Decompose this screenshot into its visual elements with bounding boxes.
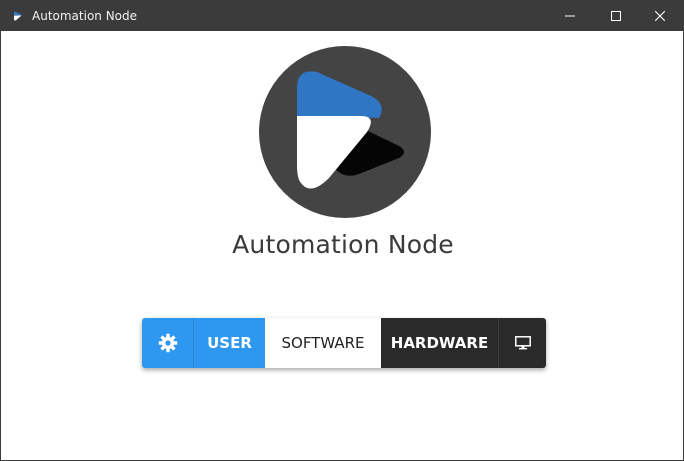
hardware-button[interactable]: HARDWARE [381, 318, 498, 368]
display-button[interactable] [498, 318, 546, 368]
mode-toolbar: USER SOFTWARE HARDWARE [142, 318, 546, 368]
minimize-icon [565, 15, 575, 17]
maximize-icon [611, 11, 621, 21]
maximize-button[interactable] [593, 1, 639, 31]
play-logo [259, 46, 431, 218]
monitor-icon [514, 336, 531, 350]
software-button[interactable]: SOFTWARE [265, 318, 381, 368]
minimize-button[interactable] [547, 1, 593, 31]
gear-icon [158, 333, 177, 353]
app-logo-icon [11, 9, 25, 23]
app-window: Automation Node Automation Node USER SOF… [0, 0, 684, 461]
title-bar[interactable]: Automation Node [1, 1, 683, 31]
settings-button[interactable] [142, 318, 193, 368]
close-icon [655, 11, 665, 21]
window-title: Automation Node [32, 9, 138, 23]
user-button[interactable]: USER [193, 318, 265, 368]
app-name-heading: Automation Node [232, 230, 454, 259]
close-button[interactable] [637, 1, 683, 31]
